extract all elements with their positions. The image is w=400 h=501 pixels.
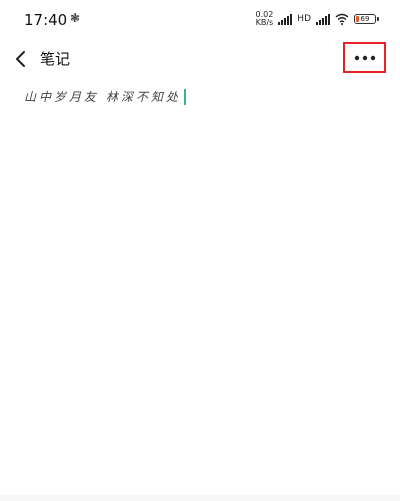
battery-level: 69 (360, 15, 370, 23)
wifi-icon (335, 13, 349, 25)
text-cursor (183, 88, 186, 105)
signal-icon (278, 14, 293, 25)
app-header: 笔记 (0, 38, 400, 82)
status-icons: 0.02 KB/s HD 69 (255, 8, 379, 30)
hd-badge: HD (297, 14, 311, 24)
page-title: 笔记 (40, 50, 71, 68)
chevron-left-icon (16, 51, 25, 67)
more-options-button[interactable] (343, 42, 386, 73)
battery-icon: 69 (354, 14, 379, 24)
status-time: 17:40 (24, 11, 68, 29)
status-bar: 17:40 ❃ 0.02 KB/s HD 69 (0, 0, 400, 38)
note-editor[interactable]: 山中岁月友 林深不知处 (24, 88, 376, 105)
notification-icon: ❃ (70, 11, 81, 25)
more-horizontal-icon (354, 55, 375, 60)
bottom-strip (0, 495, 400, 501)
battery-fill (356, 16, 359, 22)
note-content[interactable]: 山中岁月友 林深不知处 (24, 88, 181, 105)
network-speed: 0.02 KB/s (255, 11, 273, 27)
back-button[interactable] (8, 44, 32, 74)
network-speed-unit: KB/s (255, 18, 274, 27)
signal-icon-2 (316, 14, 330, 25)
